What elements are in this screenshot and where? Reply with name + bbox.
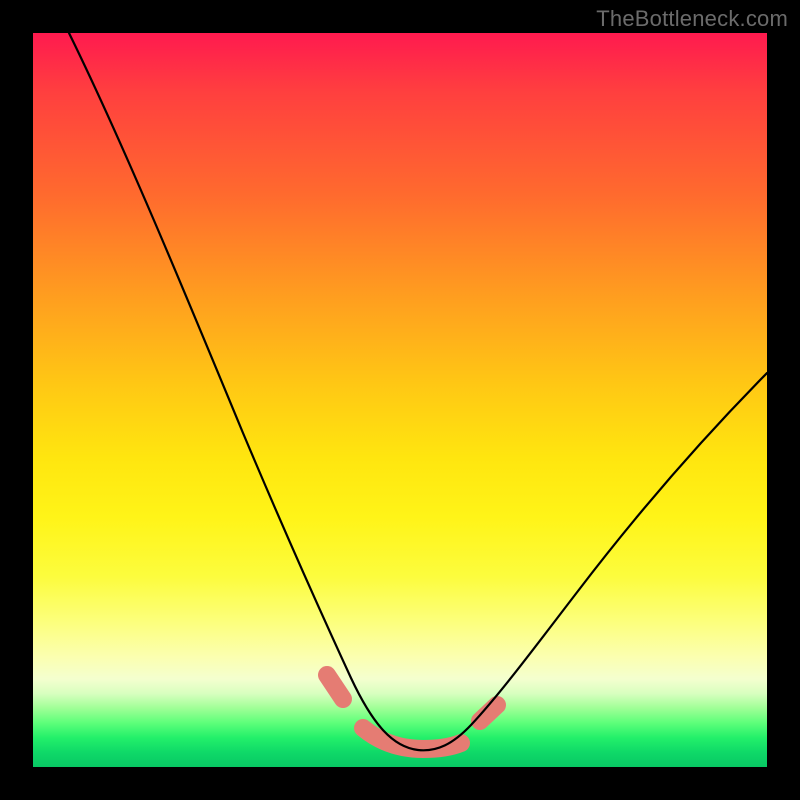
highlight-group: [327, 675, 497, 749]
plot-area: [33, 33, 767, 767]
watermark-label: TheBottleneck.com: [596, 6, 788, 32]
bottleneck-curve: [69, 33, 767, 750]
highlight-left-entry: [327, 675, 343, 699]
curve-layer: [33, 33, 767, 767]
chart-frame: TheBottleneck.com: [0, 0, 800, 800]
